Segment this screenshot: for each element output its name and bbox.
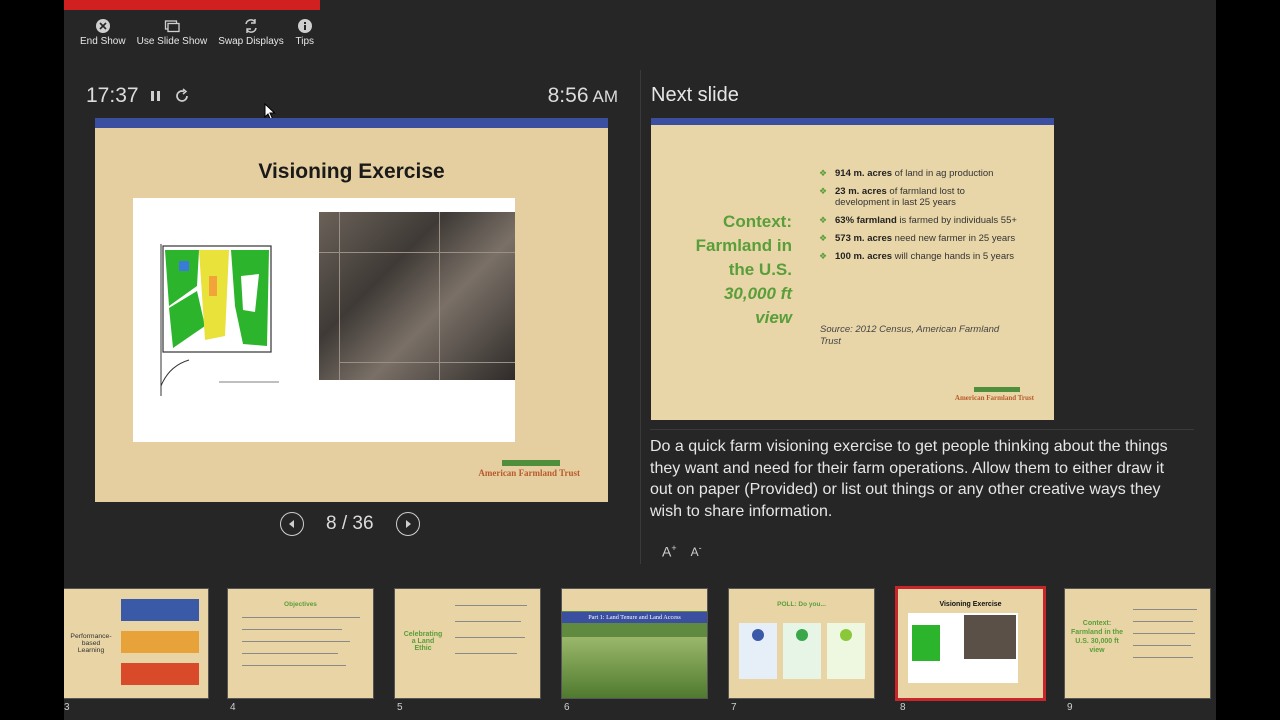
tips-button[interactable]: Tips	[295, 16, 315, 56]
stat-bullet: 63% farmland is farmed by individuals 55…	[819, 215, 1019, 226]
decrease-font-button[interactable]: A-	[691, 543, 702, 560]
slide-top-bar	[395, 589, 540, 593]
context-line: 30,000 ft	[723, 284, 792, 303]
use-slide-show-button[interactable]: Use Slide Show	[136, 16, 208, 56]
slide-thumbnail-strip: Performance-based Learning 3 Objectives …	[64, 586, 1216, 720]
thumb-label: Performance-based Learning	[70, 633, 112, 654]
close-circle-icon	[93, 16, 113, 36]
slide-counter: 8 / 36	[326, 513, 374, 534]
font-size-controls: A+ A-	[662, 543, 702, 560]
info-icon	[295, 16, 315, 36]
windows-icon	[162, 16, 182, 36]
slide-top-bar	[651, 118, 1054, 125]
current-slide-title: Visioning Exercise	[258, 160, 445, 183]
slide-navigation: 8 / 36	[280, 512, 420, 536]
pane-divider[interactable]	[640, 70, 641, 564]
clock-time: 8:56	[547, 84, 589, 107]
visioning-image	[133, 198, 515, 442]
aerial-photo	[319, 212, 515, 380]
increase-font-button[interactable]: A+	[662, 543, 677, 560]
current-slide-brand: American Farmland Trust	[478, 468, 580, 478]
context-heading: Context: Farmland in the U.S. 30,000 ft …	[652, 210, 792, 330]
thumb-number: 9	[1067, 702, 1073, 713]
thumbnail-slide-3[interactable]: Performance-based Learning	[64, 588, 209, 699]
thumb-label: Part 1: Land Tenure and Land Access	[562, 612, 707, 623]
next-slide-preview[interactable]: Context: Farmland in the U.S. 30,000 ft …	[651, 118, 1054, 420]
elapsed-timer: 17:37	[86, 84, 191, 108]
thumbnail-slide-7[interactable]: POLL: Do you...	[728, 588, 875, 699]
thumb-number: 5	[397, 702, 403, 713]
source-note: Source: 2012 Census, American Farmland T…	[820, 324, 1000, 347]
thumbnail-slide-4[interactable]: Objectives	[227, 588, 374, 699]
use-slide-show-label: Use Slide Show	[136, 36, 208, 47]
stat-bullet: 914 m. acres of land in ag production	[819, 168, 1019, 179]
thumb-number: 8	[900, 702, 906, 713]
thumbnail-slide-5[interactable]: Celebrating a Land Ethic	[394, 588, 541, 699]
notes-divider	[650, 429, 1194, 430]
end-show-button[interactable]: End Show	[80, 16, 126, 56]
stat-bullet: 100 m. acres will change hands in 5 year…	[819, 251, 1019, 262]
previous-slide-button[interactable]	[280, 512, 304, 536]
next-slide-brand: American Farmland Trust	[954, 394, 1034, 402]
thumb-label: Objectives	[284, 601, 317, 608]
thumb-number: 7	[731, 702, 737, 713]
slide-top-bar	[95, 118, 608, 128]
farm-sketch-map	[159, 216, 289, 396]
next-slide-label: Next slide	[651, 84, 739, 106]
thumb-label: Celebrating a Land Ethic	[403, 631, 443, 652]
current-slide[interactable]: Visioning Exercise American Farmland Tru…	[95, 118, 608, 502]
thumb-number: 4	[230, 702, 236, 713]
next-slide-button[interactable]	[395, 512, 420, 536]
end-show-label: End Show	[80, 36, 126, 47]
restart-icon[interactable]	[173, 87, 191, 105]
thumb-label: Visioning Exercise	[939, 601, 1002, 608]
thumb-number: 3	[64, 702, 70, 713]
slide-top-bar	[729, 589, 874, 593]
slide-top-bar	[898, 589, 1043, 593]
stats-list: 914 m. acres of land in ag production 23…	[819, 168, 1019, 269]
current-time: 8:56 AM	[548, 84, 618, 108]
thumb-label: Context: Farmland in the U.S. 30,000 ft …	[1070, 620, 1124, 654]
thumb-number: 6	[564, 702, 570, 713]
slide-top-bar	[228, 589, 373, 593]
toolbar: End Show Use Slide Show Swap Displays Ti…	[64, 16, 326, 56]
swap-displays-label: Swap Displays	[218, 36, 284, 47]
swap-displays-button[interactable]: Swap Displays	[218, 16, 284, 56]
context-line: the U.S.	[728, 260, 792, 279]
thumbnail-slide-8-selected[interactable]: Visioning Exercise	[895, 586, 1046, 701]
pause-icon[interactable]	[149, 89, 163, 103]
stat-bullet: 573 m. acres need new farmer in 25 years	[819, 233, 1019, 244]
presenter-view: End Show Use Slide Show Swap Displays Ti…	[64, 0, 1216, 720]
speaker-notes[interactable]: Do a quick farm visioning exercise to ge…	[650, 436, 1190, 522]
clock-ampm: AM	[592, 87, 619, 106]
swap-icon	[241, 16, 261, 36]
thumbnail-slide-6[interactable]: Part 1: Land Tenure and Land Access	[561, 588, 708, 699]
thumb-label: POLL: Do you...	[777, 601, 826, 608]
tips-label: Tips	[295, 36, 315, 47]
context-line: Context:	[723, 212, 792, 231]
context-line: Farmland in	[695, 236, 792, 255]
stat-bullet: 23 m. acres of farmland lost to developm…	[819, 186, 1019, 208]
context-line: view	[755, 308, 792, 327]
progress-bar	[64, 0, 320, 10]
mouse-cursor-icon	[264, 102, 276, 121]
thumbnail-slide-9[interactable]: Context: Farmland in the U.S. 30,000 ft …	[1064, 588, 1211, 699]
slide-top-bar	[1065, 589, 1210, 593]
elapsed-time: 17:37	[86, 84, 139, 107]
